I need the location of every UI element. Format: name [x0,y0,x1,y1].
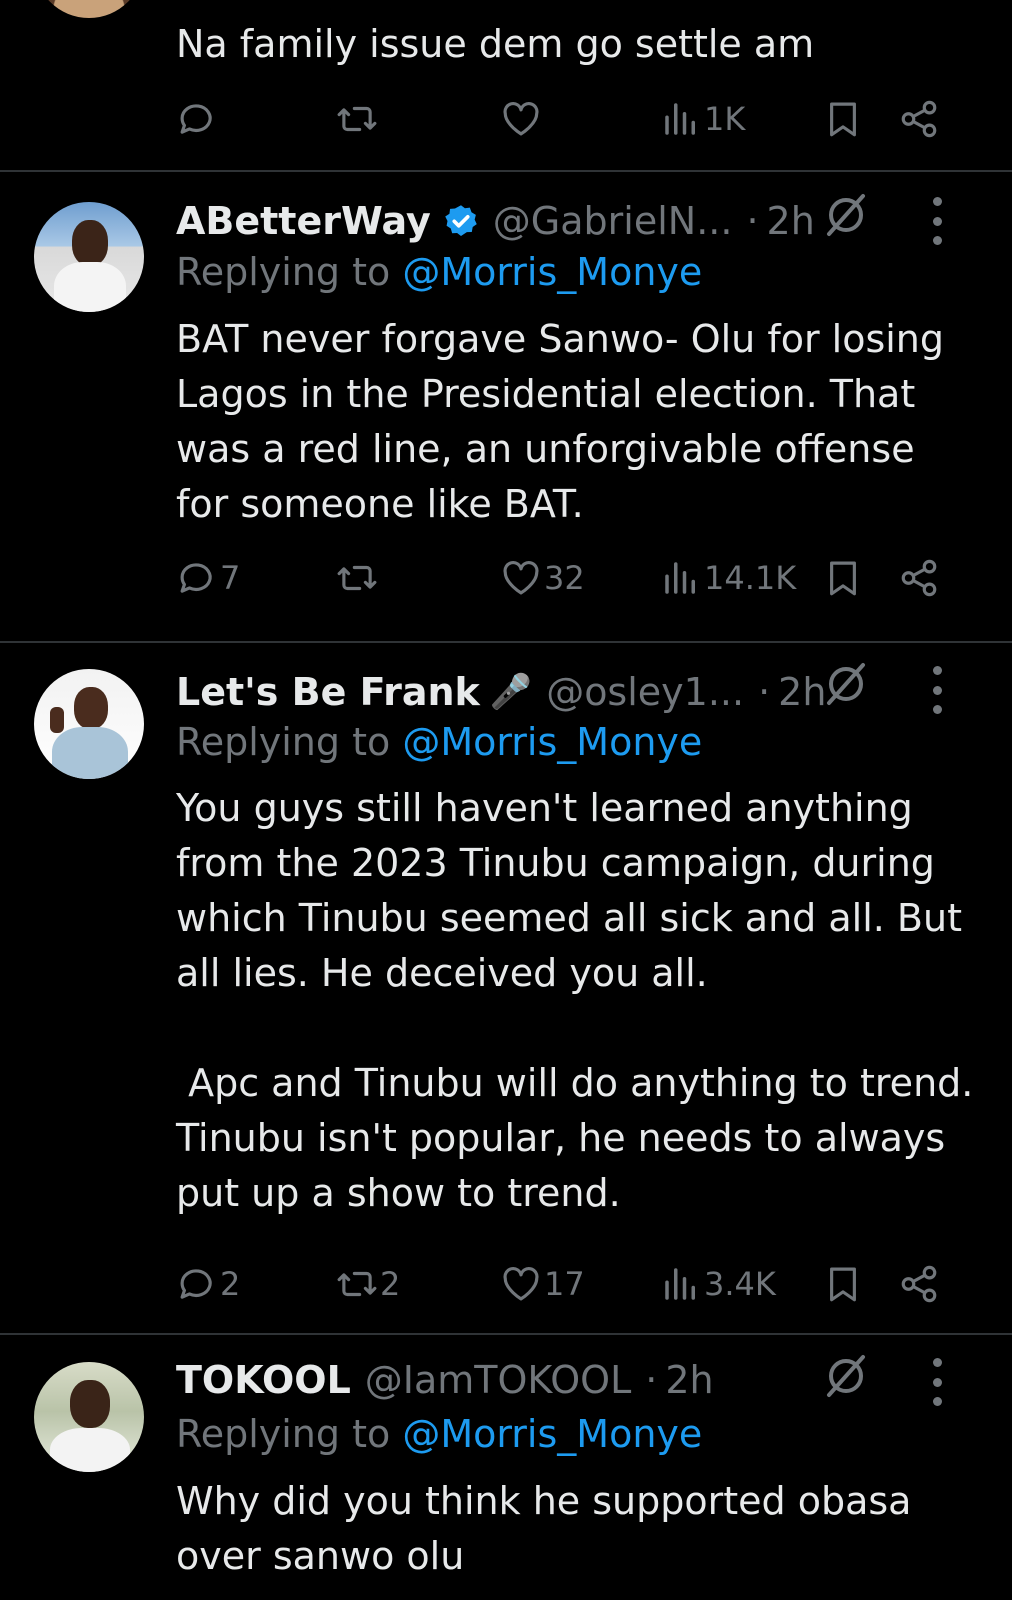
more-icon [932,1358,942,1367]
reply-count: 2 [220,1265,241,1303]
reply-text: BAT never forgave Sanwo- Olu for losing … [176,317,957,526]
mention-link[interactable]: @Morris_Monye [402,720,702,764]
repost-icon [336,1263,378,1305]
views-button[interactable]: 14.1K [660,555,796,601]
mention-link[interactable]: @Morris_Monye [402,1412,702,1456]
reply-button[interactable] [176,96,220,142]
divider [0,1333,1012,1335]
replying-to: Replying to @Morris_Monye [176,720,702,764]
like-button[interactable] [500,96,544,142]
more-options-button[interactable] [931,1358,943,1406]
bookmark-icon [822,1263,864,1305]
replying-label: Replying to [176,1412,403,1456]
avatar[interactable] [34,202,144,312]
share-icon [898,1263,940,1305]
bookmark-icon [822,98,864,140]
display-name[interactable]: Let's Be Frank [176,670,480,714]
reply-text: Why did you think he supported obasa ove… [176,1479,924,1578]
action-bar: 1K [176,96,966,142]
repost-icon [336,557,378,599]
more-icon [932,666,942,675]
views-icon [660,557,702,599]
user-handle[interactable]: @GabrielN... [493,199,733,243]
heart-icon [500,557,542,599]
timestamp[interactable]: 2h [767,199,815,243]
repost-icon [336,98,378,140]
replying-label: Replying to [176,250,403,294]
views-count: 1K [704,100,746,138]
action-bar: 7 32 14.1K [176,555,966,601]
reply-button[interactable]: 2 [176,1261,240,1307]
mention-link[interactable]: @Morris_Monye [402,250,702,294]
bookmark-button[interactable] [822,96,864,142]
more-options-button[interactable] [931,197,943,245]
reply-button[interactable]: 7 [176,555,240,601]
avatar[interactable] [34,1362,144,1472]
reply-count: 7 [220,559,241,597]
views-button[interactable]: 3.4K [660,1261,776,1307]
verified-badge-icon [445,205,477,236]
bookmark-button[interactable] [822,555,864,601]
action-bar: 2 2 17 3.4K [176,1261,966,1307]
share-button[interactable] [898,555,940,601]
divider [0,170,1012,172]
microphone-icon: 🎤 [489,672,533,712]
reply-text: You guys still haven't learned anything … [176,786,974,1215]
separator-dot: · [746,199,759,243]
divider [0,641,1012,643]
grok-icon[interactable] [822,191,870,239]
bookmark-button[interactable] [822,1261,864,1307]
display-name[interactable]: ABetterWay [176,199,431,243]
share-button[interactable] [898,1261,940,1307]
timestamp[interactable]: 2h [665,1358,713,1402]
reply-icon [176,98,218,140]
more-options-button[interactable] [931,666,943,714]
share-icon [898,557,940,599]
avatar[interactable] [34,669,144,779]
repost-button[interactable] [336,96,380,142]
avatar[interactable] [34,0,144,18]
like-count: 17 [544,1265,585,1303]
bookmark-icon [822,557,864,599]
views-count: 14.1K [704,559,797,597]
grok-icon[interactable] [822,1352,870,1400]
share-icon [898,98,940,140]
user-handle[interactable]: @osley1... [546,670,744,714]
display-name[interactable]: TOKOOL [176,1358,351,1402]
repost-button[interactable] [336,555,380,601]
separator-dot: · [645,1358,658,1402]
timestamp[interactable]: 2h [778,670,826,714]
views-button[interactable]: 1K [660,96,745,142]
like-button[interactable]: 17 [500,1261,585,1307]
replying-to: Replying to @Morris_Monye [176,1412,702,1456]
like-button[interactable]: 32 [500,555,585,601]
reply-icon [176,1263,218,1305]
views-count: 3.4K [704,1265,776,1303]
more-icon [932,197,942,206]
reply-text: Na family issue dem go settle am [176,22,815,66]
heart-icon [500,1263,542,1305]
user-handle[interactable]: @IamTOKOOL [365,1358,631,1402]
reply-icon [176,557,218,599]
heart-icon [500,98,542,140]
replying-to: Replying to @Morris_Monye [176,250,702,294]
views-icon [660,98,702,140]
grok-icon[interactable] [822,660,870,708]
separator-dot: · [758,670,771,714]
like-count: 32 [544,559,585,597]
views-icon [660,1263,702,1305]
replying-label: Replying to [176,720,403,764]
repost-button[interactable]: 2 [336,1261,400,1307]
share-button[interactable] [898,96,940,142]
repost-count: 2 [380,1265,401,1303]
